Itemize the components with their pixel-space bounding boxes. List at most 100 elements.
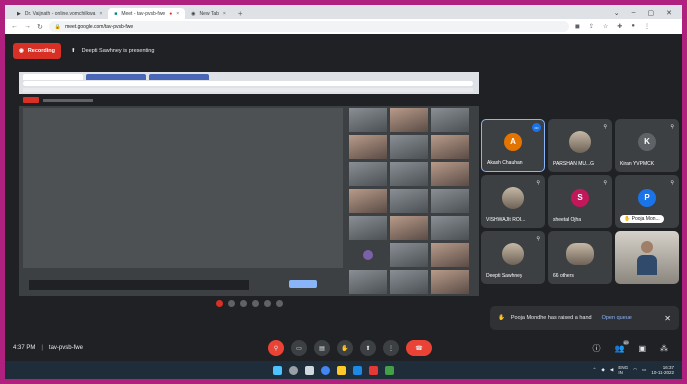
info-icon[interactable]: ⓘ bbox=[592, 343, 600, 354]
mic-toggle-button[interactable]: ⚲ bbox=[268, 340, 284, 356]
edge-icon[interactable] bbox=[353, 365, 362, 375]
chevron-up-icon[interactable]: ⌃ bbox=[593, 367, 597, 373]
browser-tab[interactable]: ▶ Dr. Vaijnath - online.vomchilkwa × bbox=[11, 8, 108, 19]
participant-tile[interactable]: ⚲ PARSHAN MU...G bbox=[548, 119, 612, 172]
star-icon[interactable]: ☆ bbox=[603, 23, 608, 30]
address-bar: ← → ↻ 🔒 meet.google.com/tav-pvsb-fwe ◼ ⇪… bbox=[5, 19, 682, 34]
folder-icon[interactable] bbox=[337, 365, 346, 375]
shared-meet-bar bbox=[19, 94, 479, 106]
participant-tile[interactable]: 66 others bbox=[548, 231, 612, 284]
maximize-icon[interactable]: ▢ bbox=[648, 9, 655, 17]
forward-icon[interactable]: → bbox=[24, 23, 31, 30]
notification-text: Pooja Mondhe has raised a hand bbox=[510, 315, 592, 321]
people-button[interactable]: 👥 69 bbox=[614, 339, 630, 353]
avatar: S bbox=[571, 188, 589, 207]
back-icon[interactable]: ← bbox=[11, 23, 18, 30]
people-count: 69 bbox=[622, 339, 630, 345]
participant-tile[interactable]: ⚲ P ✋ Pooja Mon... bbox=[615, 175, 679, 228]
more-options-button[interactable]: ⋮ bbox=[383, 340, 399, 356]
close-tab-icon[interactable]: × bbox=[99, 11, 102, 17]
close-tab-icon[interactable]: × bbox=[223, 11, 226, 17]
camera-icon[interactable]: ◼ bbox=[575, 23, 580, 30]
minimize-icon[interactable]: – bbox=[632, 9, 636, 16]
task-view-icon[interactable] bbox=[305, 365, 314, 375]
language-indicator[interactable]: ENG IN bbox=[618, 365, 628, 375]
office-icon[interactable] bbox=[369, 365, 378, 375]
window-controls: ⌄ – ▢ ✕ bbox=[614, 6, 682, 19]
shared-button bbox=[289, 280, 317, 288]
hang-up-icon: ☎ bbox=[415, 345, 423, 352]
participant-tile[interactable]: ⚲ Deepti Sawhney bbox=[481, 231, 545, 284]
participant-name: ✋ Pooja Mon... bbox=[620, 215, 664, 223]
participant-tile[interactable]: ⚲ VISHWAJIt ROI... bbox=[481, 175, 545, 228]
group-avatar bbox=[566, 242, 594, 265]
present-screen-icon: ⬆ bbox=[71, 48, 76, 54]
puzzle-icon[interactable]: ✚ bbox=[617, 23, 622, 30]
close-icon[interactable]: ✕ bbox=[664, 314, 671, 323]
camera-toggle-button[interactable]: ▭ bbox=[291, 340, 307, 356]
present-button[interactable]: ⬆ bbox=[360, 340, 376, 356]
captions-icon: ▤ bbox=[319, 345, 325, 352]
clock-date: 10-11-2022 bbox=[651, 370, 674, 375]
presenting-banner: ⬆ Deepti Sawhney is presenting bbox=[71, 48, 154, 54]
system-tray: ⌃ ◆ ◀ ENG IN ◠ ▭ 16:37 10-11-2022 bbox=[593, 365, 674, 375]
avatar: K bbox=[638, 132, 656, 151]
raise-hand-button[interactable]: ✋ bbox=[337, 340, 353, 356]
participant-tile[interactable]: ⚲ K Kiran YVPMCK bbox=[615, 119, 679, 172]
taskbar-clock[interactable]: 16:37 10-11-2022 bbox=[651, 365, 674, 375]
participant-name: VISHWAJIt ROI... bbox=[486, 217, 526, 223]
call-controls-bar: 4:37 PM | tav-pvsb-fwe ⚲ ▭ ▤ ✋ ⬆ ⋮ ☎ ⓘ 👥… bbox=[5, 335, 682, 361]
network-icon[interactable]: ◆ bbox=[601, 367, 604, 373]
search-icon[interactable] bbox=[289, 365, 298, 375]
participant-name: Akash Chauhan bbox=[487, 160, 523, 166]
tab-title: New Tab bbox=[199, 10, 219, 17]
volume-icon[interactable]: ◀ bbox=[610, 367, 613, 373]
store-icon[interactable] bbox=[385, 365, 394, 375]
more-vert-icon: ⋮ bbox=[388, 345, 394, 352]
hand-icon: ✋ bbox=[498, 315, 505, 321]
mic-off-icon: ⚲ bbox=[603, 180, 607, 186]
mic-off-icon: ⚲ bbox=[670, 124, 674, 130]
raised-hand-notification: ✋ Pooja Mondhe has raised a hand Open qu… bbox=[490, 306, 679, 330]
leave-call-button[interactable]: ☎ bbox=[406, 340, 432, 356]
chevron-down-icon[interactable]: ⌄ bbox=[614, 9, 620, 17]
battery-icon[interactable]: ▭ bbox=[642, 367, 646, 373]
url-field[interactable]: 🔒 meet.google.com/tav-pvsb-fwe bbox=[48, 21, 569, 32]
browser-tab[interactable]: ◉ New Tab × bbox=[185, 8, 232, 19]
browser-tab-strip: ▶ Dr. Vaijnath - online.vomchilkwa × ■ M… bbox=[5, 5, 682, 19]
participant-name-text: Pooja Mon... bbox=[631, 216, 660, 222]
record-icon: ◉ bbox=[19, 48, 24, 54]
windows-start-icon[interactable] bbox=[273, 365, 282, 375]
close-tab-icon[interactable]: × bbox=[176, 11, 179, 17]
profile-icon[interactable]: ● bbox=[631, 23, 635, 30]
chat-icon[interactable]: ▣ bbox=[638, 344, 646, 353]
avatar-photo bbox=[502, 186, 524, 209]
participant-tile[interactable]: ⚲ S sheetal Ojha bbox=[548, 175, 612, 228]
presentation-view[interactable] bbox=[19, 72, 479, 310]
recording-badge[interactable]: ◉ Recording bbox=[13, 43, 62, 59]
taskbar-apps bbox=[273, 365, 394, 375]
activities-icon[interactable]: ⁂ bbox=[660, 344, 668, 353]
captions-button[interactable]: ▤ bbox=[314, 340, 330, 356]
mic-off-icon: ⚲ bbox=[273, 345, 279, 352]
menu-icon[interactable]: ⋮ bbox=[644, 23, 650, 30]
close-icon[interactable]: ✕ bbox=[666, 9, 672, 17]
meet-window: ▶ Dr. Vaijnath - online.vomchilkwa × ■ M… bbox=[5, 5, 682, 379]
chrome-icon[interactable] bbox=[321, 365, 330, 375]
meeting-info: 4:37 PM | tav-pvsb-fwe bbox=[13, 345, 83, 351]
presenting-text: Deepti Sawhney is presenting bbox=[81, 48, 155, 54]
new-tab-button[interactable]: + bbox=[232, 8, 249, 19]
open-queue-link[interactable]: Open queue bbox=[602, 315, 632, 321]
browser-tab-active[interactable]: ■ Meet - tav-pvsb-fwe ● × bbox=[108, 8, 186, 19]
participant-tile-camera[interactable] bbox=[615, 231, 679, 284]
separator: | bbox=[41, 345, 43, 351]
shared-caption bbox=[29, 280, 249, 290]
avatar-photo bbox=[502, 242, 524, 265]
shared-browser-chrome bbox=[19, 72, 479, 94]
raised-hand-icon: ✋ bbox=[624, 216, 632, 222]
participant-tile[interactable]: ••• A Akash Chauhan bbox=[481, 119, 545, 172]
os-taskbar: ⌃ ◆ ◀ ENG IN ◠ ▭ 16:37 10-11-2022 bbox=[5, 361, 682, 379]
wifi-icon[interactable]: ◠ bbox=[633, 367, 637, 373]
reload-icon[interactable]: ↻ bbox=[37, 23, 43, 31]
share-icon[interactable]: ⇪ bbox=[589, 23, 594, 30]
